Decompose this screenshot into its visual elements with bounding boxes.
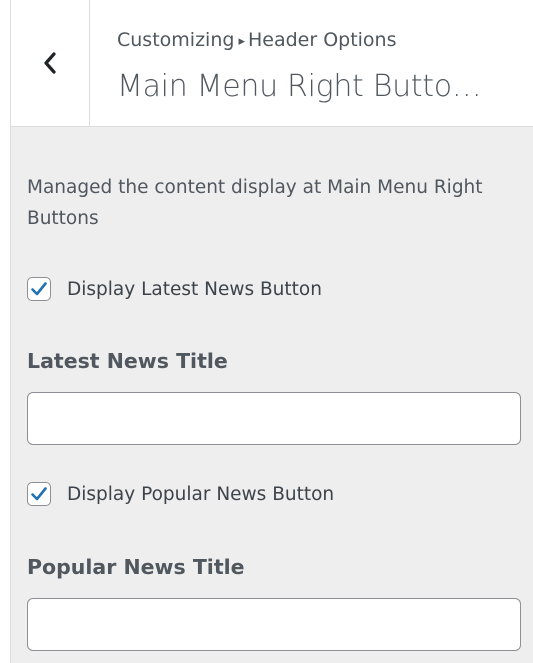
latest-news-checkbox[interactable]	[27, 277, 51, 301]
popular-news-checkbox-label: Display Popular News Button	[67, 483, 335, 505]
latest-news-title-input[interactable]	[27, 392, 521, 445]
section-header: Customizing ▸ Header Options Main Menu Rig…	[11, 0, 533, 127]
checkmark-icon	[31, 282, 47, 296]
popular-news-checkbox[interactable]	[27, 482, 51, 506]
popular-news-title-label: Popular News Title	[27, 555, 245, 579]
popular-news-title-input[interactable]	[27, 598, 521, 651]
breadcrumb-separator-icon: ▸	[238, 34, 245, 49]
chevron-left-icon	[44, 52, 56, 74]
latest-news-checkbox-label: Display Latest News Button	[67, 278, 322, 300]
section-description: Managed the content display at Main Menu…	[27, 177, 483, 229]
display-latest-news-toggle[interactable]: Display Latest News Button	[27, 277, 322, 301]
customizer-panel: Customizing ▸ Header Options Main Menu Rig…	[10, 0, 533, 663]
breadcrumb-parent: Customizing	[117, 29, 235, 51]
breadcrumb-current: Header Options	[247, 29, 397, 51]
section-title: Main Menu Right Butto…	[117, 69, 482, 104]
display-popular-news-toggle[interactable]: Display Popular News Button	[27, 482, 334, 506]
latest-news-title-label: Latest News Title	[27, 349, 228, 373]
breadcrumb: Customizing ▸ Header Options	[117, 27, 397, 56]
back-button[interactable]	[11, 0, 90, 126]
checkmark-icon	[31, 487, 47, 501]
